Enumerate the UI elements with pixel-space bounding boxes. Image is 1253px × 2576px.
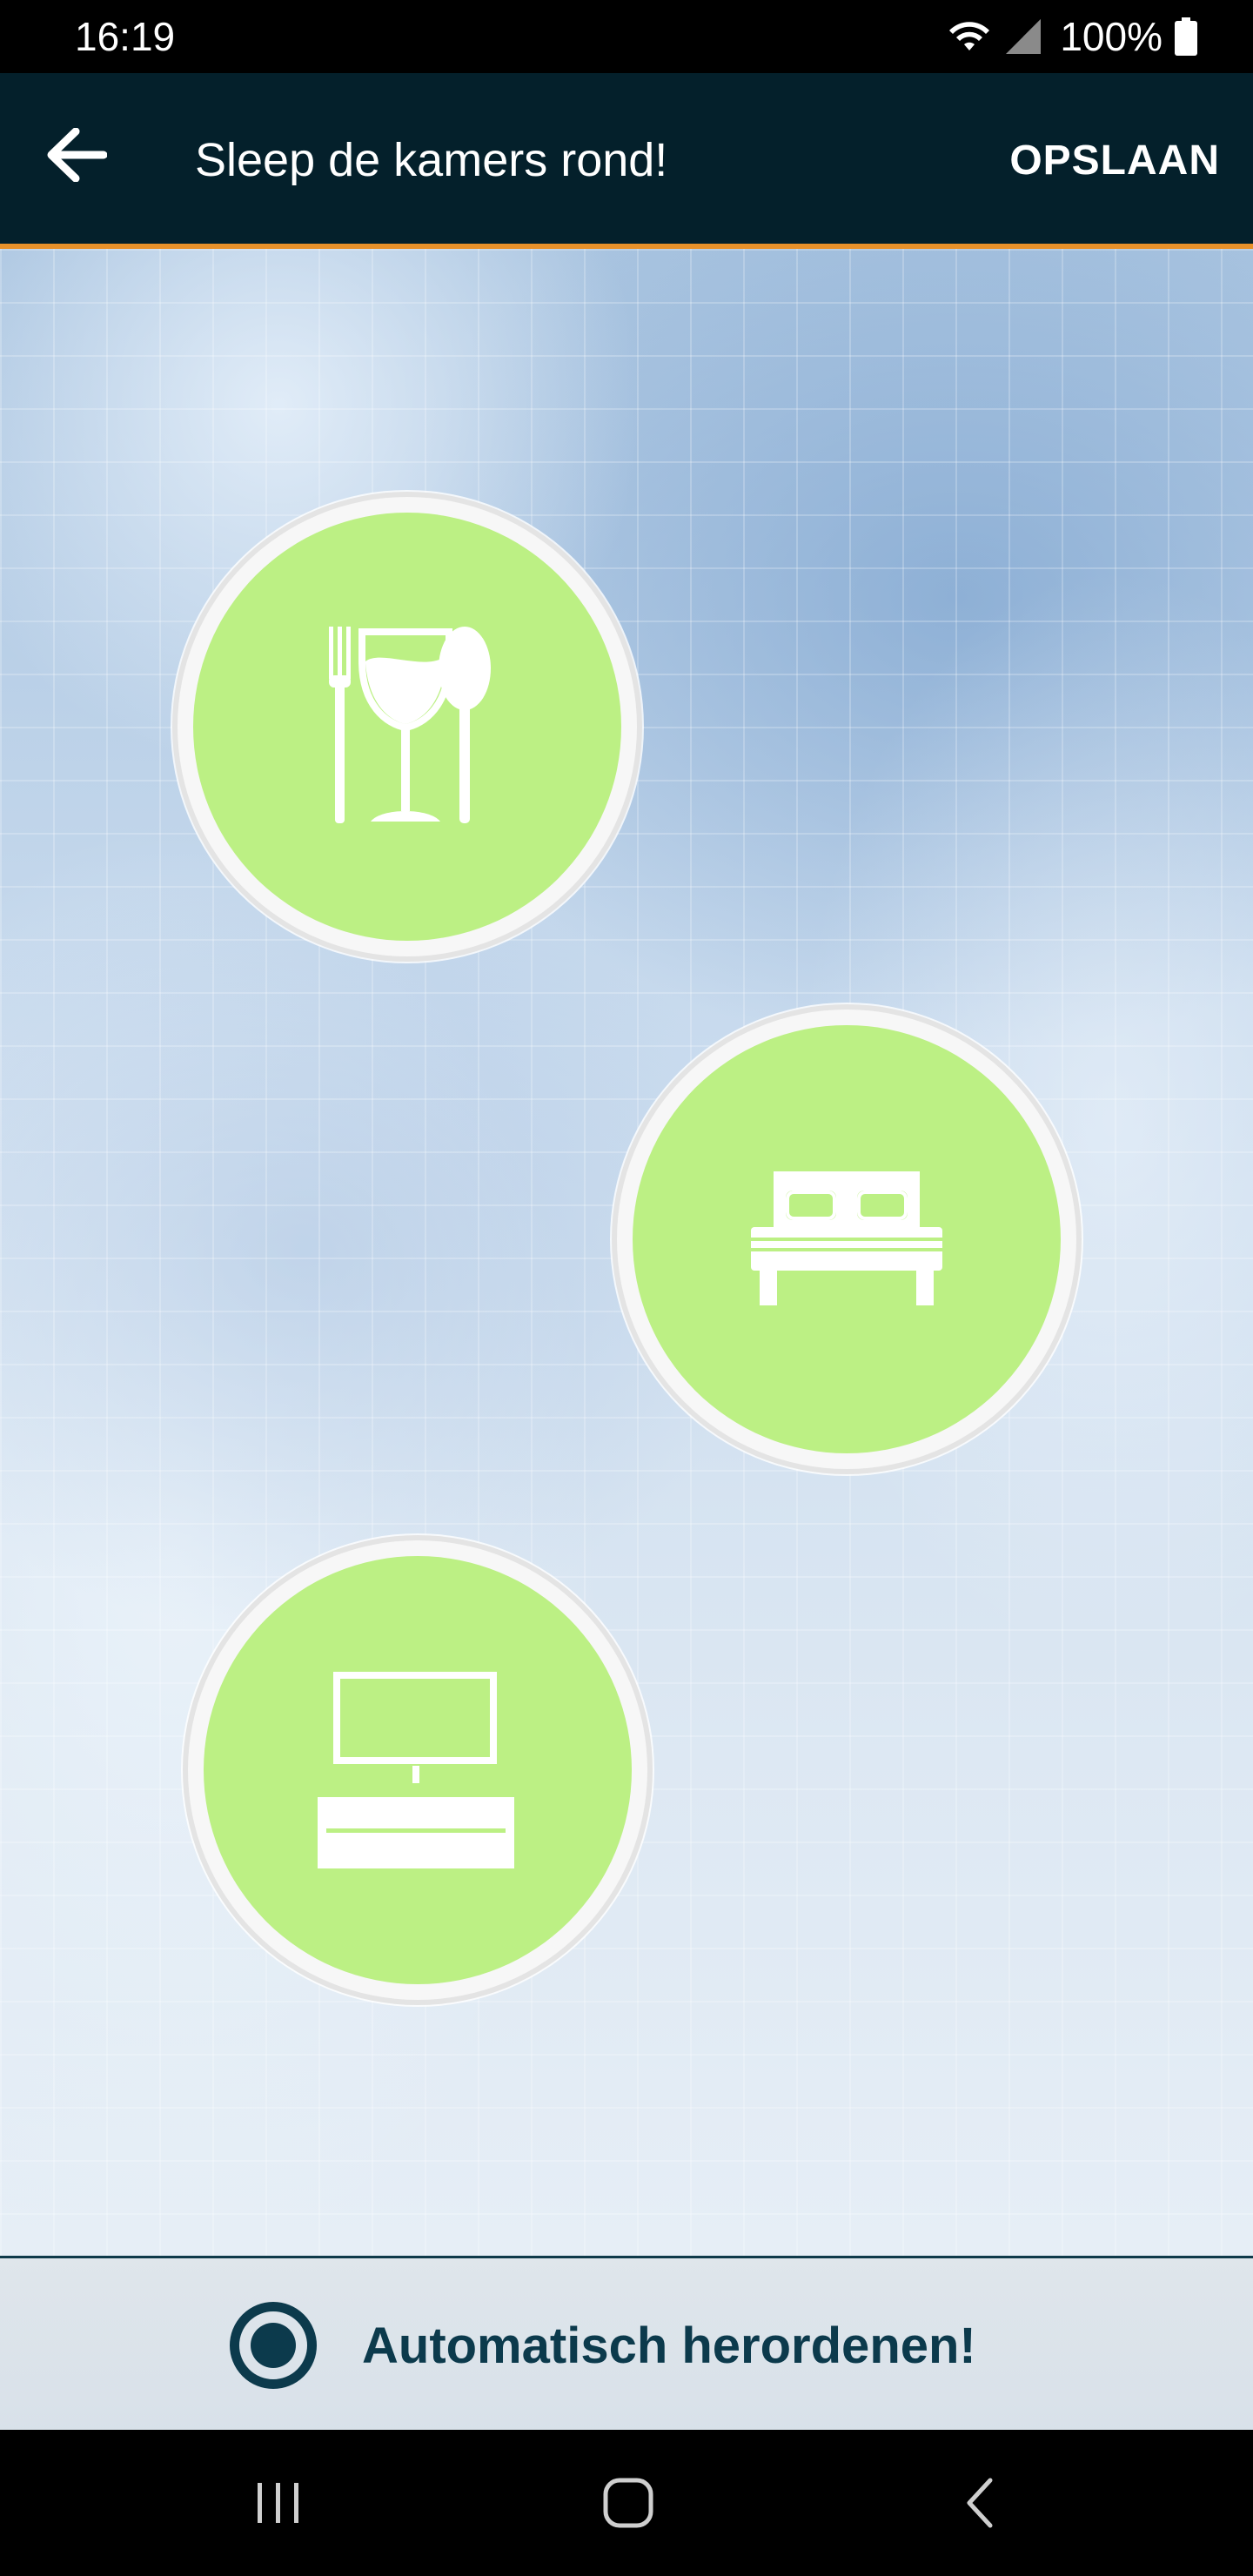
system-nav-bar [0,2430,1253,2576]
room-living[interactable] [183,1535,653,2005]
auto-reorder-radio[interactable] [230,2302,317,2389]
bed-icon [751,1171,942,1305]
cell-signal-icon [1006,19,1042,54]
room-dining-circle [193,513,621,941]
room-living-circle [204,1556,632,1984]
wifi-icon [949,22,990,50]
status-icons: 100% [947,12,1197,61]
dining-icon [329,627,491,823]
home-button[interactable] [576,2459,680,2546]
room-bedroom[interactable] [612,1004,1082,1474]
battery-percent: 100% [1060,14,1163,59]
battery-icon [1175,17,1197,56]
save-button[interactable]: OPSLAAN [1002,122,1227,198]
back-button[interactable] [35,113,118,197]
bottom-panel: Automatisch herordenen! [0,2256,1253,2432]
auto-reorder-label: Automatisch herordenen! [362,2317,976,2374]
home-icon [603,2478,653,2528]
page-title: Sleep de kamers rond! [195,134,668,186]
room-canvas [0,249,1253,2256]
arrow-left-icon [47,128,107,182]
back-icon [967,2478,993,2528]
room-bedroom-circle [633,1025,1061,1453]
room-dining[interactable] [172,492,642,962]
status-bar: 16:19 100% [0,0,1253,73]
recents-button[interactable] [226,2459,331,2546]
radio-selected-dot [251,2323,296,2368]
back-nav-button[interactable] [928,2459,1032,2546]
recents-icon [258,2483,298,2523]
status-time: 16:19 [75,14,176,59]
tv-furniture-icon [318,1672,514,1868]
auto-reorder-option[interactable]: Automatisch herordenen! [230,2302,976,2389]
